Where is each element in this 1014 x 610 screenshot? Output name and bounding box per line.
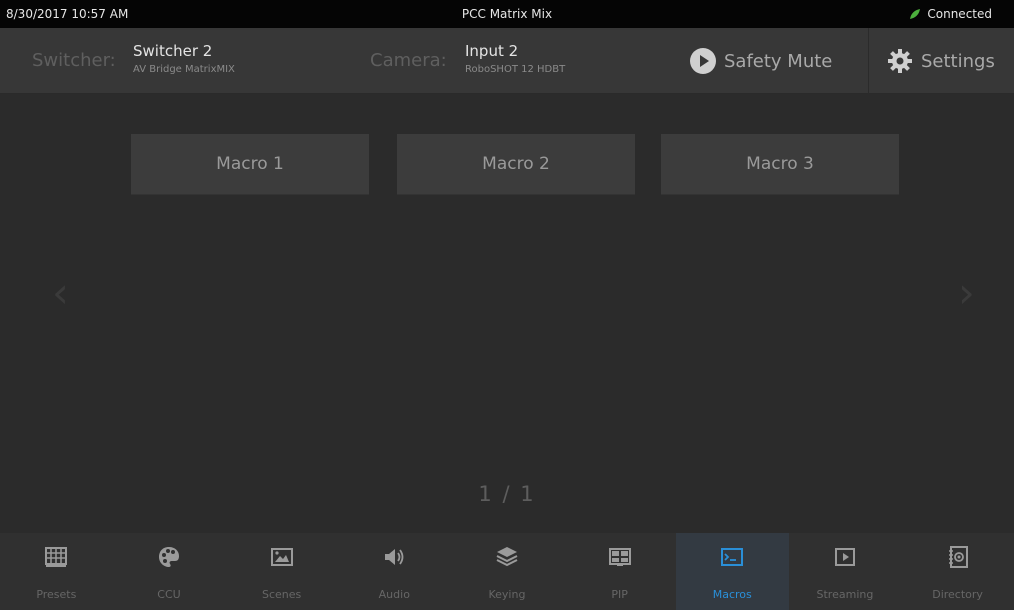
tab-label: Audio: [378, 588, 410, 601]
grid-icon: [45, 547, 68, 567]
scene-icon: [270, 548, 293, 566]
tab-label: PIP: [611, 588, 628, 601]
tab-label: Macros: [712, 588, 752, 601]
switcher-model: AV Bridge MatrixMIX: [133, 64, 235, 75]
terminal-icon: [721, 548, 744, 566]
safety-mute-button[interactable]: Safety Mute: [690, 28, 832, 94]
tab-pip[interactable]: PIP: [563, 533, 676, 610]
settings-label: Settings: [921, 50, 995, 72]
play-circle-icon: [690, 48, 716, 74]
tab-label: CCU: [157, 588, 181, 601]
tab-keying[interactable]: Keying: [451, 533, 564, 610]
macro-button-2[interactable]: Macro 2: [397, 134, 635, 194]
tab-label: Presets: [36, 588, 77, 601]
tab-macros[interactable]: Macros: [675, 533, 789, 610]
bottom-tab-bar: Presets CCU Scenes Audio Keying PIP Macr…: [0, 533, 1014, 610]
switcher-label: Switcher:: [32, 50, 116, 71]
connection-label: Connected: [927, 7, 992, 21]
camera-model: RoboSHOT 12 HDBT: [465, 64, 566, 75]
status-bar: 8/30/2017 10:57 AM PCC Matrix Mix Connec…: [0, 0, 1014, 28]
safety-mute-label: Safety Mute: [724, 50, 833, 72]
tab-label: Keying: [488, 588, 526, 601]
tab-label: Directory: [932, 588, 983, 601]
macro-button-3[interactable]: Macro 3: [661, 134, 899, 194]
tab-audio[interactable]: Audio: [338, 533, 451, 610]
connection-status: Connected: [909, 7, 992, 21]
tab-label: Scenes: [262, 588, 302, 601]
tab-scenes[interactable]: Scenes: [225, 533, 338, 610]
header-bar: Switcher: Switcher 2 AV Bridge MatrixMIX…: [0, 28, 1014, 94]
macro-button-1[interactable]: Macro 1: [131, 134, 369, 194]
tab-streaming[interactable]: Streaming: [789, 533, 902, 610]
tab-directory[interactable]: Directory: [901, 533, 1014, 610]
tab-ccu[interactable]: CCU: [113, 533, 226, 610]
page-indicator: 1 / 1: [478, 482, 536, 506]
camera-name: Input 2: [465, 42, 519, 60]
tab-presets[interactable]: Presets: [0, 533, 113, 610]
switcher-name: Switcher 2: [133, 42, 213, 60]
address-book-icon: [948, 546, 968, 568]
camera-label: Camera:: [370, 50, 447, 71]
prev-page-chevron-icon[interactable]: ‹: [52, 268, 69, 317]
palette-icon: [158, 547, 179, 567]
pip-icon: [608, 548, 631, 566]
app-title: PCC Matrix Mix: [461, 7, 553, 21]
settings-button[interactable]: Settings: [868, 28, 1014, 94]
leaf-icon: [910, 9, 921, 19]
speaker-icon: [385, 549, 404, 565]
tab-label: Streaming: [816, 588, 874, 601]
next-page-chevron-icon[interactable]: ›: [958, 268, 975, 317]
layers-icon: [496, 547, 518, 567]
gear-icon: [888, 49, 912, 73]
stream-play-icon: [834, 548, 855, 566]
